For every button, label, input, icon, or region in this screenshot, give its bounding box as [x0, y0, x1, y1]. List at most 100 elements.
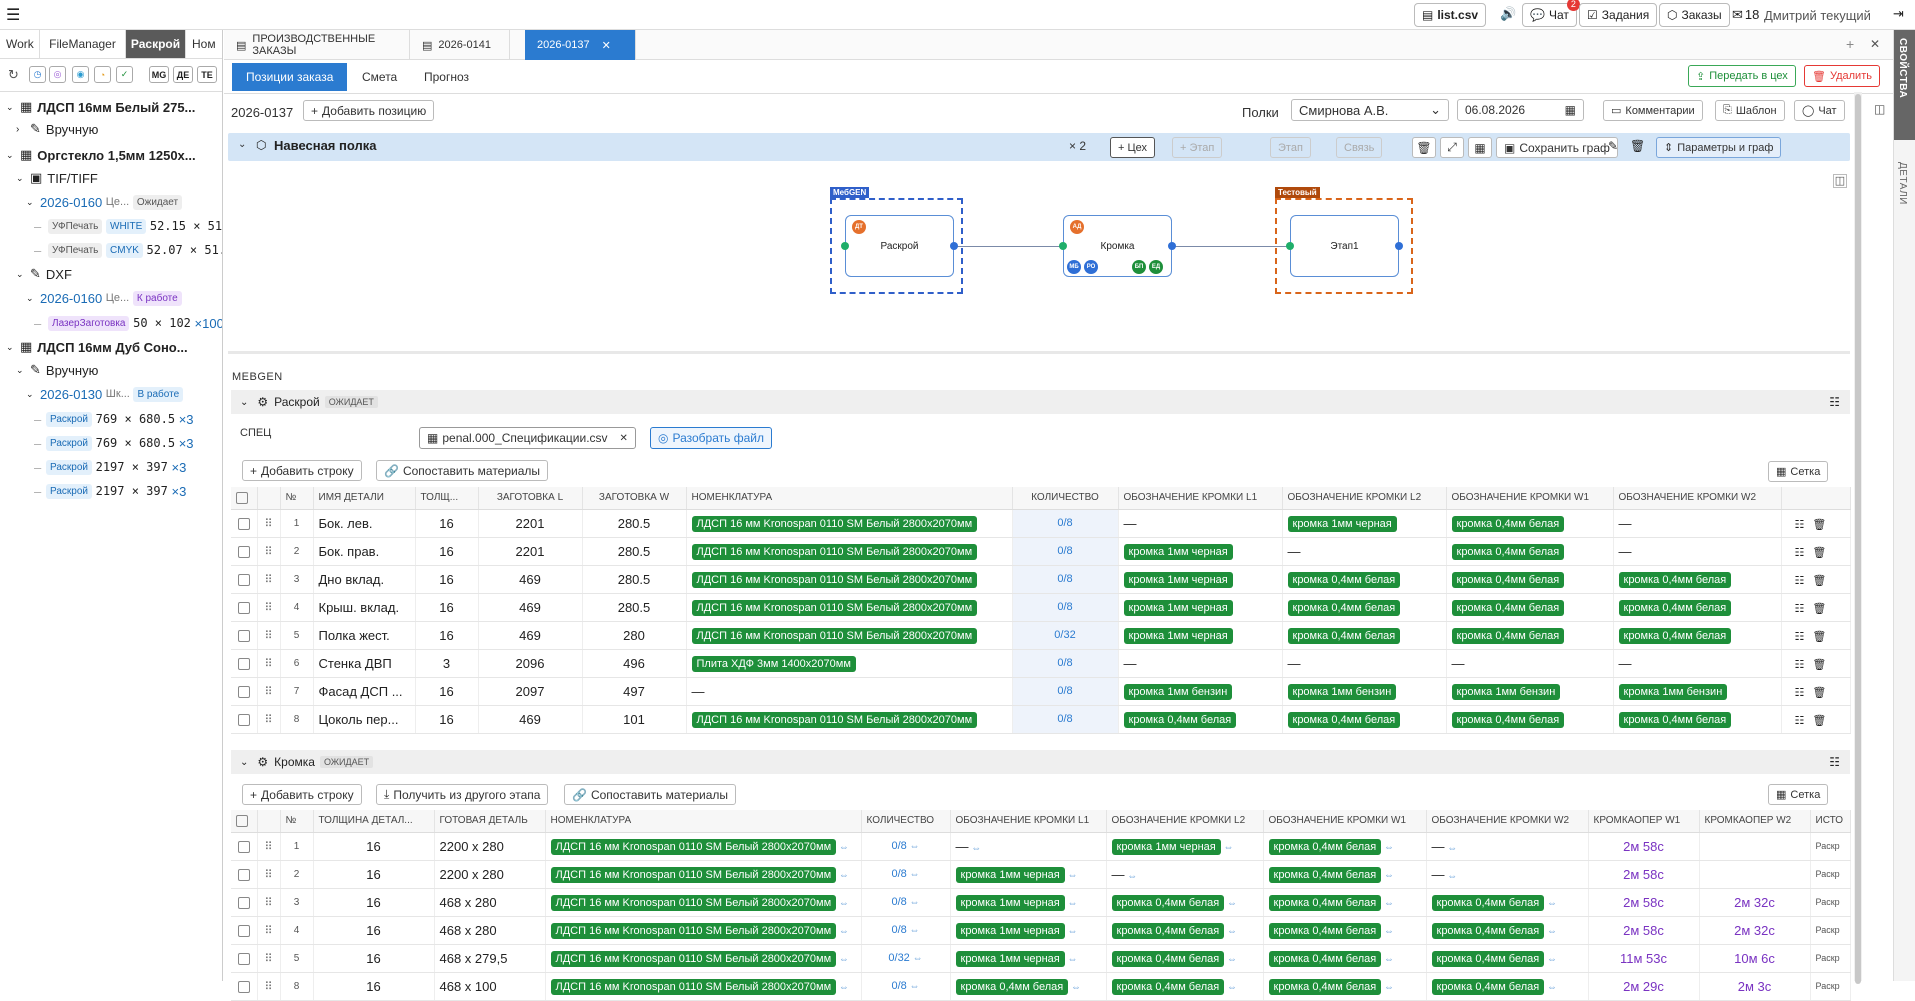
- add-row-button[interactable]: + Добавить строку: [242, 784, 362, 805]
- tree-part[interactable]: – Раскрой 2197 × 397 ×3: [34, 480, 186, 502]
- link-icon[interactable]: ⇔: [1221, 842, 1234, 853]
- column-header[interactable]: КРОМКАОПЕР W2: [1699, 810, 1811, 833]
- part-name[interactable]: Фасад ДСП ...: [313, 677, 416, 706]
- column-header[interactable]: КОЛИЧЕСТВО: [861, 810, 951, 833]
- column-header[interactable]: НОМЕНКЛАТУРА: [545, 810, 862, 833]
- edge-cell[interactable]: кромка 0,4мм белая: [1613, 565, 1782, 594]
- drag-handle-cell[interactable]: ⠿: [257, 537, 281, 566]
- link-icon[interactable]: ⇔: [1381, 870, 1394, 881]
- thickness[interactable]: 16: [313, 888, 435, 917]
- edge-op-time-w2[interactable]: 10м 6с: [1699, 944, 1811, 973]
- nomenclature[interactable]: ЛДСП 16 мм Kronospan 0110 SM Белый 2800x…: [686, 593, 1013, 622]
- drag-handle-icon[interactable]: ⠿: [264, 658, 272, 670]
- part-name[interactable]: Цоколь пер...: [313, 705, 416, 734]
- close-icon[interactable]: ✕: [602, 39, 611, 52]
- drag-handle-cell[interactable]: ⠿: [257, 916, 281, 945]
- spec-file[interactable]: ▦ penal.000_Спецификации.csv ✕: [419, 427, 636, 449]
- edge-chip[interactable]: кромка 0,4мм белая: [1451, 515, 1565, 532]
- tree-part[interactable]: – ЛазерЗаготовка 50 × 102 ×100: [34, 312, 222, 334]
- edge-op-time-w1[interactable]: 11м 53с: [1588, 944, 1700, 973]
- close-icon[interactable]: ✕: [620, 433, 628, 444]
- nomenclature[interactable]: ЛДСП 16 мм Kronospan 0110 SM Белый 2800x…: [545, 916, 862, 945]
- link-icon[interactable]: ⇔: [1381, 982, 1394, 993]
- edge-cell[interactable]: кромка 0,4мм белая ⇔: [1106, 916, 1264, 945]
- table-row[interactable]: ⠿ 8 Цоколь пер... 16 469 101 ЛДСП 16 мм Kronos…: [231, 705, 1851, 734]
- trash-icon[interactable]: 🗑: [1812, 715, 1826, 727]
- template-button[interactable]: ⎘ Шаблон: [1715, 100, 1785, 121]
- row-select[interactable]: [231, 916, 258, 945]
- drag-handle-cell[interactable]: ⠿: [257, 888, 281, 917]
- doc-tab-orders[interactable]: ▤ ПРОИЗВОДСТВЕННЫЕ ЗАКАЗЫ: [224, 30, 410, 60]
- select-all-checkbox[interactable]: [236, 491, 248, 504]
- drag-handle-icon[interactable]: ⠿: [264, 518, 272, 530]
- edge-cell[interactable]: кромка 0,4мм белая: [1282, 705, 1447, 734]
- thickness[interactable]: 16: [415, 509, 479, 538]
- table-row[interactable]: ⠿ 2 Бок. прав. 16 2201 280.5 ЛДСП 16 мм Kronos…: [231, 537, 1851, 566]
- manager-select[interactable]: Смирнова А.В. ⌄: [1291, 99, 1449, 121]
- drag-handle-cell[interactable]: ⠿: [257, 972, 281, 1001]
- finished-part[interactable]: 468 x 279,5: [434, 944, 546, 973]
- edge-cell[interactable]: кромка 1мм бензин: [1446, 677, 1614, 706]
- scrollbar-thumb[interactable]: [1855, 94, 1861, 984]
- edge-cell[interactable]: кромка 0,4мм белая ⇔: [1106, 944, 1264, 973]
- add-row-button[interactable]: + Добавить строку: [242, 460, 362, 481]
- tag-te[interactable]: ТЕ: [197, 66, 217, 83]
- drag-handle-icon[interactable]: ⠿: [264, 953, 272, 965]
- order-chat-button[interactable]: ◯ Чат: [1794, 100, 1845, 121]
- file-button[interactable]: ▤ list.csv: [1414, 3, 1487, 27]
- port-out[interactable]: [1168, 242, 1176, 250]
- port-out[interactable]: [950, 242, 958, 250]
- edge-cell[interactable]: кромка 0,4мм белая: [1446, 509, 1614, 538]
- row-select[interactable]: [231, 649, 258, 678]
- edge-chip[interactable]: кромка 1мм черная: [955, 894, 1065, 911]
- edge-cell[interactable]: — ⇔: [950, 832, 1107, 861]
- stage-header-cutting[interactable]: ⌄ ⚙ Раскрой ОЖИДАЕТ ☷: [231, 390, 1850, 414]
- edge-chip[interactable]: кромка 0,4мм белая: [1431, 922, 1545, 939]
- nomenclature[interactable]: Плита ХДФ 3мм 1400x2070мм: [686, 649, 1013, 678]
- link-icon[interactable]: ⇔: [1445, 843, 1457, 854]
- edge-chip[interactable]: кромка 0,4мм белая: [1111, 950, 1225, 967]
- link-icon[interactable]: ⇔: [1544, 982, 1557, 993]
- material-chip[interactable]: ЛДСП 16 мм Kronospan 0110 SM Белый 2800x…: [691, 711, 978, 728]
- doc-tab-order-0141[interactable]: ▤ 2026-0141: [410, 30, 510, 60]
- filter-clock-icon[interactable]: ◷: [29, 66, 46, 83]
- drag-handle-icon[interactable]: ⠿: [264, 869, 272, 881]
- edge-chip[interactable]: кромка 1мм черная: [1123, 571, 1233, 588]
- part-name[interactable]: Крыш. вклад.: [313, 593, 416, 622]
- pencil-icon[interactable]: ✎: [1608, 139, 1618, 153]
- quantity[interactable]: 0/8 ⇔: [861, 888, 951, 917]
- edge-cell[interactable]: —: [1446, 649, 1614, 678]
- edge-cell[interactable]: кромка 0,4мм белая: [1446, 593, 1614, 622]
- tag-mg[interactable]: MG: [149, 66, 169, 83]
- drag-handle-cell[interactable]: ⠿: [257, 705, 281, 734]
- tree-part[interactable]: – УФПечать WHITE 52.15 × 51.: [34, 215, 222, 237]
- thickness[interactable]: 16: [313, 944, 435, 973]
- drag-handle-cell[interactable]: ⠿: [257, 565, 281, 594]
- table-row[interactable]: ⠿ 2 16 2200 x 280 ЛДСП 16 мм Kronospan 0110 …: [231, 860, 1851, 889]
- nomenclature[interactable]: ЛДСП 16 мм Kronospan 0110 SM Белый 2800x…: [686, 509, 1013, 538]
- edge-cell[interactable]: —: [1613, 509, 1782, 538]
- row-select[interactable]: [231, 621, 258, 650]
- link-icon[interactable]: ⇔: [836, 842, 849, 853]
- tree-material[interactable]: ⌄ ▦ ЛДСП 16мм Белый 275...: [6, 96, 195, 118]
- left-tab-work[interactable]: Work: [0, 30, 40, 58]
- orders-button[interactable]: ⬡ Заказы: [1659, 3, 1730, 27]
- column-header[interactable]: ЗАГОТОВКА L: [478, 487, 583, 510]
- edge-cell[interactable]: кромка 1мм черная: [1118, 593, 1283, 622]
- link-icon[interactable]: ⇔: [1544, 898, 1557, 909]
- thickness[interactable]: 16: [415, 677, 479, 706]
- finished-part[interactable]: 2200 x 280: [434, 860, 546, 889]
- link-icon[interactable]: ⇔: [1381, 898, 1394, 909]
- stage-header-edging[interactable]: ⌄ ⚙ Кромка ОЖИДАЕТ ☷: [231, 750, 1850, 774]
- chevron-down-icon[interactable]: ⌄: [240, 757, 248, 768]
- link-icon[interactable]: ⇔: [836, 926, 849, 937]
- edge-cell[interactable]: кромка 1мм черная ⇔: [1106, 832, 1264, 861]
- edge-chip[interactable]: кромка 0,4мм белая: [1618, 571, 1732, 588]
- edge-cell[interactable]: кромка 0,4мм белая ⇔: [1263, 916, 1427, 945]
- link-icon[interactable]: ⇔: [1065, 870, 1078, 881]
- row-select[interactable]: [231, 565, 258, 594]
- row-checkbox[interactable]: [237, 658, 250, 671]
- edge-chip[interactable]: кромка 0,4мм белая: [1431, 894, 1545, 911]
- edge-chip[interactable]: кромка 0,4мм белая: [1618, 711, 1732, 728]
- tree-manual[interactable]: ⌄ ✎ Вручную: [16, 359, 98, 381]
